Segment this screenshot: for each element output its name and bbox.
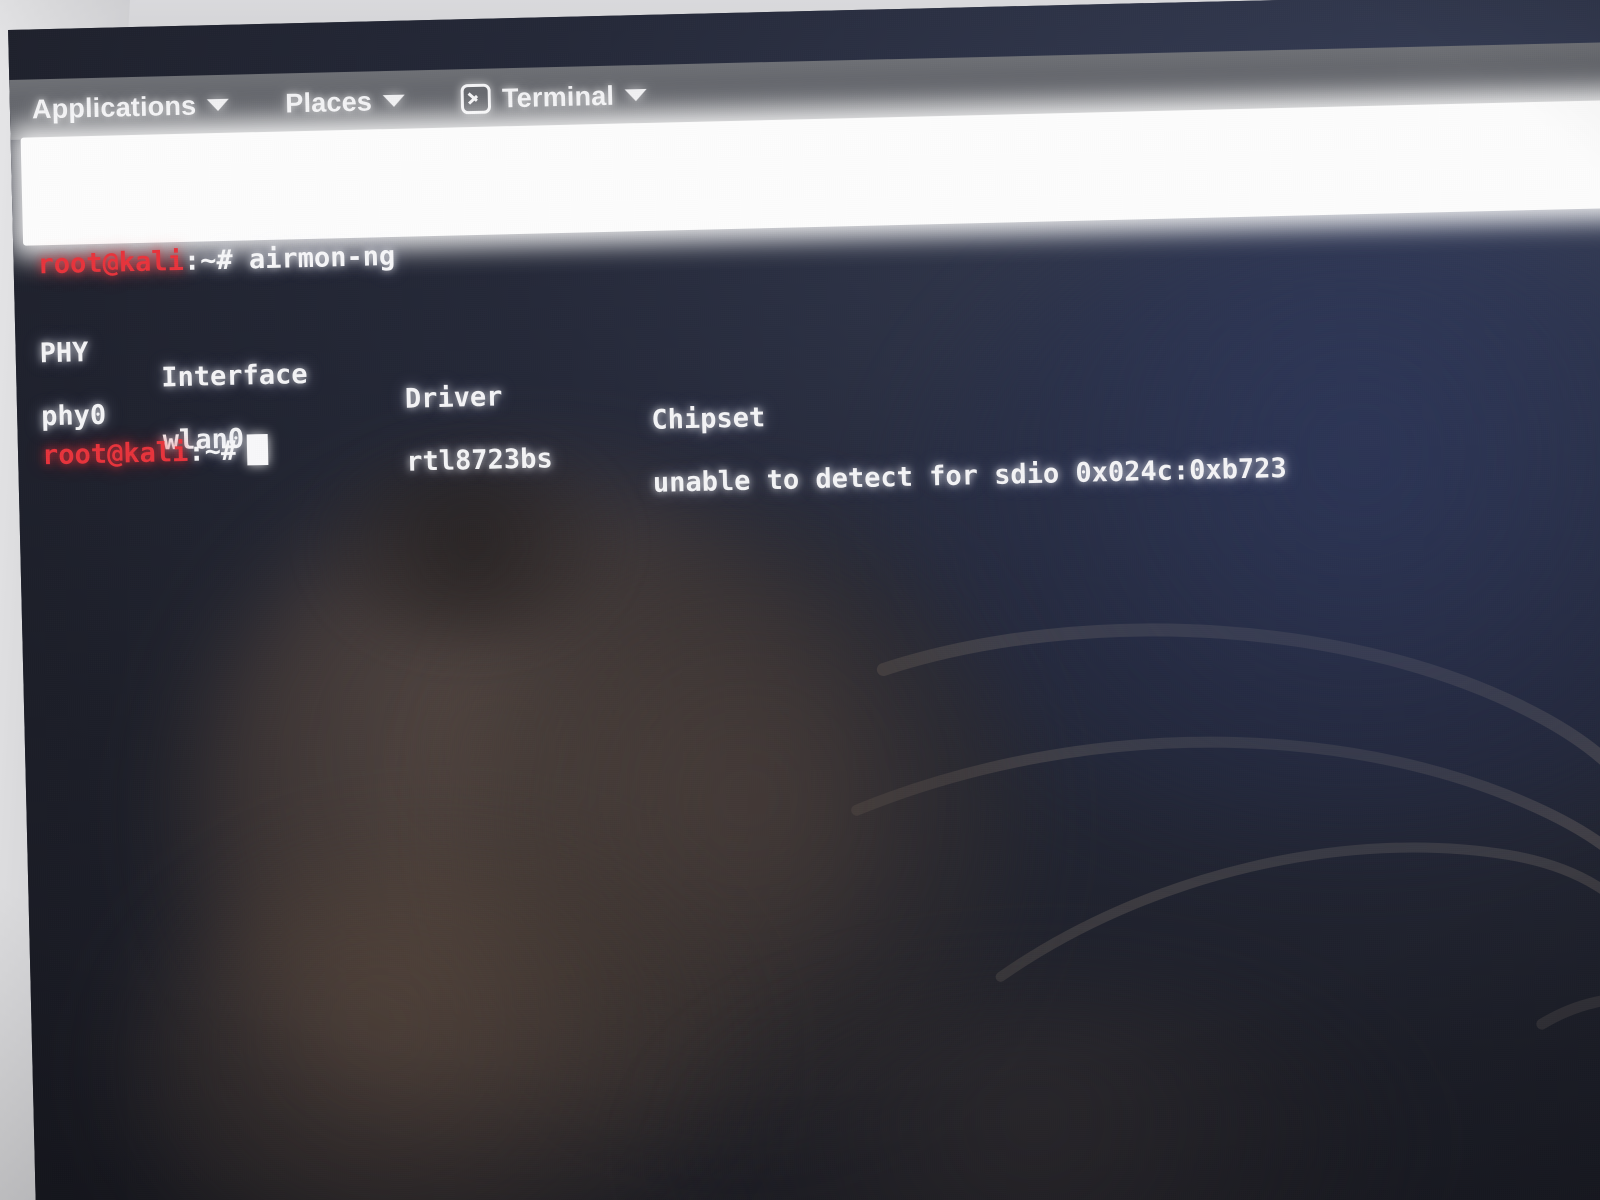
final-prompt-user-host: root@kali (41, 436, 189, 472)
terminal-command-line: root@kali:~# airmon-ng (37, 240, 396, 281)
places-menu-label: Places (284, 85, 373, 118)
terminal-final-prompt[interactable]: root@kali:~# (41, 433, 269, 472)
table-cell-phy: phy0 (40, 399, 107, 433)
panel-window-terminal[interactable]: Terminal (460, 79, 648, 115)
photo-of-laptop-screen: Applications Places Terminal root@kali:~… (0, 0, 1600, 1200)
prompt-user-host: root@kali (37, 245, 185, 281)
screen-surface-wrapper: Applications Places Terminal root@kali:~… (0, 0, 1600, 1200)
table-header-phy: PHY (39, 337, 89, 370)
kali-linux-desktop: Applications Places Terminal root@kali:~… (8, 0, 1600, 1200)
chevron-down-icon (624, 88, 648, 102)
chevron-down-icon (382, 94, 406, 108)
table-cell-driver: rtl8723bs (405, 443, 553, 478)
table-header-interface: Interface (160, 358, 308, 394)
panel-menu-places[interactable]: Places (284, 85, 406, 119)
terminal-window-label: Terminal (501, 80, 615, 113)
table-cell-chipset: unable to detect for sdio 0x024c:0xb723 (652, 452, 1288, 499)
terminal-text-area[interactable]: root@kali:~# airmon-ng PHY Interface Dri… (13, 203, 1600, 1200)
typed-command: airmon-ng (248, 240, 396, 276)
terminal-icon (460, 83, 492, 115)
chevron-down-icon (207, 98, 230, 112)
panel-menu-applications[interactable]: Applications (32, 89, 230, 125)
table-header-driver: Driver (404, 381, 503, 415)
prompt-path-symbol: :~# (183, 244, 234, 277)
block-cursor-icon (246, 433, 269, 466)
table-header-chipset: Chipset (651, 402, 766, 436)
final-prompt-path-symbol: :~# (188, 435, 238, 468)
applications-menu-label: Applications (31, 90, 197, 124)
